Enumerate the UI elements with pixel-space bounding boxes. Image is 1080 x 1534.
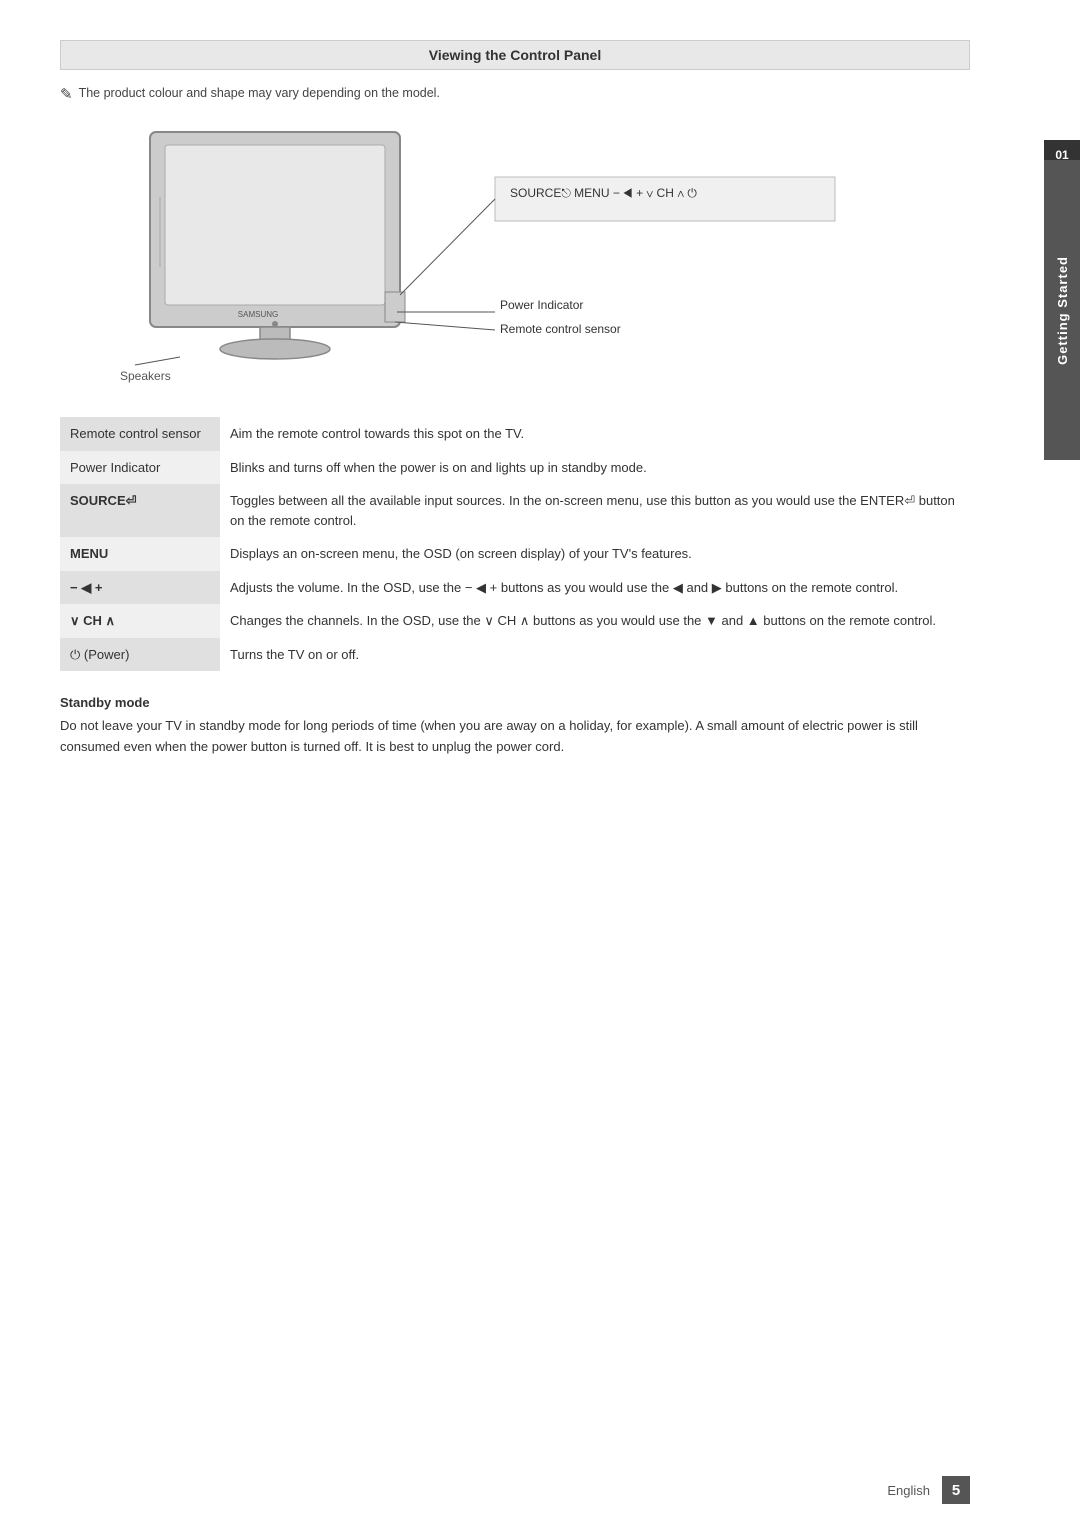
table-row: MENUDisplays an on-screen menu, the OSD … <box>60 537 970 571</box>
main-content: Viewing the Control Panel ✎ The product … <box>60 40 970 758</box>
note-line: ✎ The product colour and shape may vary … <box>60 86 970 103</box>
table-cell-label: SOURCE⏎ <box>60 484 220 537</box>
table-cell-label: MENU <box>60 537 220 571</box>
svg-text:SOURCE⎋ MENU − ◀ + ∨ CH ∧ ⏻: SOURCE⎋ MENU − ◀ + ∨ CH ∧ ⏻ <box>510 186 697 200</box>
table-row: − ◀ +Adjusts the volume. In the OSD, use… <box>60 571 970 605</box>
note-icon: ✎ <box>60 85 73 103</box>
table-cell-desc: Blinks and turns off when the power is o… <box>220 451 970 485</box>
table-row: Power IndicatorBlinks and turns off when… <box>60 451 970 485</box>
page-number: 5 <box>942 1476 970 1504</box>
table-row: Remote control sensorAim the remote cont… <box>60 417 970 451</box>
tv-illustration: SAMSUNG SOURCE⎋ MENU − ◀ + ∨ CH ∧ ⏻ Powe… <box>60 117 970 397</box>
features-table: Remote control sensorAim the remote cont… <box>60 417 970 671</box>
table-cell-label: ⏻ (Power) <box>60 638 220 672</box>
side-tab: Getting Started <box>1044 160 1080 460</box>
table-cell-desc: Changes the channels. In the OSD, use th… <box>220 604 970 638</box>
table-cell-desc: Toggles between all the available input … <box>220 484 970 537</box>
table-cell-label: − ◀ + <box>60 571 220 605</box>
table-cell-desc: Turns the TV on or off. <box>220 638 970 672</box>
side-tab-label: Getting Started <box>1055 256 1070 365</box>
table-cell-desc: Displays an on-screen menu, the OSD (on … <box>220 537 970 571</box>
svg-text:Speakers: Speakers <box>120 369 171 383</box>
table-cell-label: Remote control sensor <box>60 417 220 451</box>
svg-text:Power Indicator: Power Indicator <box>500 298 583 312</box>
standby-title: Standby mode <box>60 695 970 710</box>
svg-text:SAMSUNG: SAMSUNG <box>238 310 278 319</box>
standby-section: Standby mode Do not leave your TV in sta… <box>60 695 970 758</box>
table-cell-desc: Adjusts the volume. In the OSD, use the … <box>220 571 970 605</box>
page-footer: English 5 <box>887 1476 970 1504</box>
footer-lang: English <box>887 1483 930 1498</box>
illustration-svg: SAMSUNG SOURCE⎋ MENU − ◀ + ∨ CH ∧ ⏻ Powe… <box>60 117 970 397</box>
table-row: ⏻ (Power)Turns the TV on or off. <box>60 638 970 672</box>
table-cell-label: Power Indicator <box>60 451 220 485</box>
table-cell-desc: Aim the remote control towards this spot… <box>220 417 970 451</box>
standby-text: Do not leave your TV in standby mode for… <box>60 716 970 758</box>
note-text: The product colour and shape may vary de… <box>79 86 440 100</box>
svg-text:Remote control sensor: Remote control sensor <box>500 322 621 336</box>
table-row: SOURCE⏎Toggles between all the available… <box>60 484 970 537</box>
section-title: Viewing the Control Panel <box>60 40 970 70</box>
table-cell-label: ∨ CH ∧ <box>60 604 220 638</box>
table-row: ∨ CH ∧Changes the channels. In the OSD, … <box>60 604 970 638</box>
